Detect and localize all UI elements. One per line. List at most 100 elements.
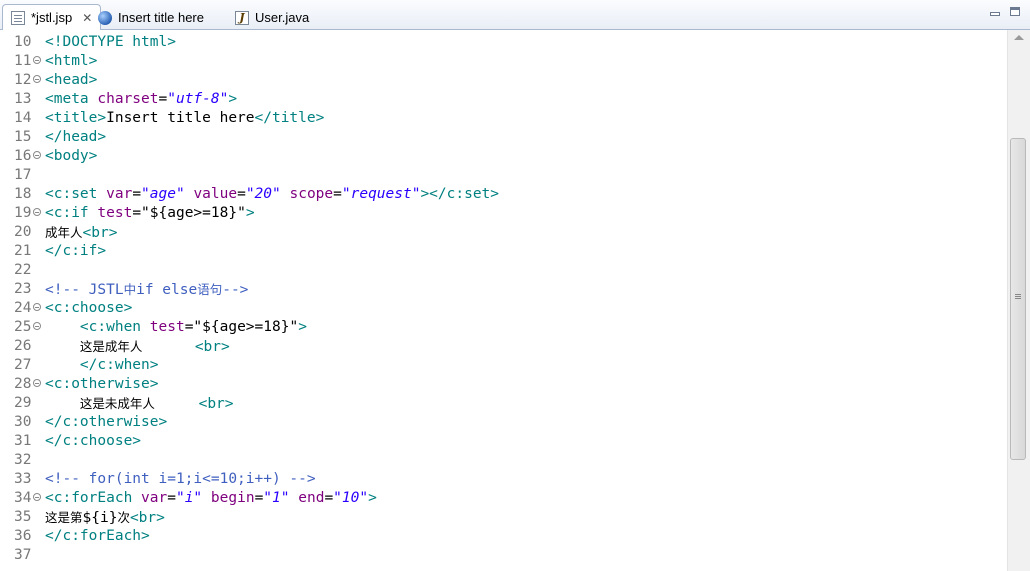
token: charset bbox=[97, 91, 159, 107]
token: value bbox=[193, 186, 238, 202]
code-line[interactable]: 31 </c:choose> bbox=[0, 432, 1007, 451]
code-line[interactable]: 36 </c:forEach> bbox=[0, 527, 1007, 546]
fold-collapse-icon[interactable] bbox=[33, 379, 41, 387]
minimize-button[interactable] bbox=[990, 12, 1000, 16]
token: "10" bbox=[333, 490, 369, 506]
code-line[interactable]: 11 <html> bbox=[0, 52, 1007, 71]
code-line[interactable]: 32 bbox=[0, 451, 1007, 470]
line-number: 20 bbox=[14, 224, 32, 240]
code-text: <head> bbox=[45, 71, 97, 90]
token: test bbox=[149, 319, 185, 335]
code-line[interactable]: 35 这是第${i}次<br> bbox=[0, 508, 1007, 527]
maximize-button[interactable] bbox=[1010, 7, 1020, 16]
code-editor[interactable]: 10 <!DOCTYPE html> 11 <html> 12 <head> 13 <meta… bbox=[0, 30, 1007, 571]
tab-jstl-jsp[interactable]: *jstl.jsp ✕ bbox=[2, 4, 102, 30]
code-text: </c:forEach> bbox=[45, 527, 150, 546]
token: "20" bbox=[245, 186, 281, 202]
fold-collapse-icon[interactable] bbox=[33, 493, 41, 501]
code-text: <c:otherwise> bbox=[45, 375, 159, 394]
code-line[interactable]: 28 <c:otherwise> bbox=[0, 375, 1007, 394]
token: <body> bbox=[45, 148, 98, 164]
fold-collapse-icon[interactable] bbox=[33, 75, 41, 83]
code-line[interactable]: 30 </c:otherwise> bbox=[0, 413, 1007, 432]
line-number: 36 bbox=[14, 528, 32, 544]
line-number: 14 bbox=[14, 110, 32, 126]
token: </c:if> bbox=[45, 243, 107, 259]
line-number: 27 bbox=[14, 357, 32, 373]
token: ="${age>=18}" bbox=[184, 319, 299, 335]
token: "utf-8" bbox=[167, 91, 229, 107]
code-line[interactable]: 29 这是未成年人 <br> bbox=[0, 394, 1007, 413]
fold-collapse-icon[interactable] bbox=[33, 56, 41, 64]
fold-collapse-icon[interactable] bbox=[33, 208, 41, 216]
code-text: </c:choose> bbox=[45, 432, 141, 451]
code-line[interactable]: 12 <head> bbox=[0, 71, 1007, 90]
token: <!-- for(int i=1;i<=10;i++) --> bbox=[45, 471, 316, 487]
token: <br> bbox=[82, 225, 118, 241]
scroll-up-icon[interactable] bbox=[1014, 35, 1024, 40]
code-line[interactable]: 24 <c:choose> bbox=[0, 299, 1007, 318]
code-line[interactable]: 13 <meta charset="utf-8"> bbox=[0, 90, 1007, 109]
token: </c:when> bbox=[79, 357, 159, 373]
token: 这是成年人 bbox=[79, 339, 143, 354]
code-line[interactable]: 10 <!DOCTYPE html> bbox=[0, 33, 1007, 52]
line-number: 26 bbox=[14, 338, 32, 354]
code-line[interactable]: 27 </c:when> bbox=[0, 356, 1007, 375]
token: "i" bbox=[175, 490, 203, 506]
code-line[interactable]: 20 成年人<br> bbox=[0, 223, 1007, 242]
code-line[interactable]: 22 bbox=[0, 261, 1007, 280]
fold-collapse-icon[interactable] bbox=[33, 151, 41, 159]
line-number: 37 bbox=[14, 547, 32, 563]
tab-insert-title-here[interactable]: Insert title here bbox=[90, 5, 212, 30]
token: <title> bbox=[45, 110, 107, 126]
token: var bbox=[106, 186, 133, 202]
window-controls bbox=[990, 7, 1020, 16]
token: 这是第 bbox=[45, 510, 83, 525]
code-line[interactable]: 34 <c:forEach var="i" begin="1" end="10"> bbox=[0, 489, 1007, 508]
line-number: 18 bbox=[14, 186, 32, 202]
code-text: <c:if test="${age>=18}"> bbox=[45, 204, 255, 223]
code-line[interactable]: 23 <!-- JSTL中if else语句--> bbox=[0, 280, 1007, 299]
code-text: <!DOCTYPE html> bbox=[45, 33, 176, 52]
line-number: 22 bbox=[14, 262, 32, 278]
code-text: <body> bbox=[45, 147, 97, 166]
token: </head> bbox=[45, 129, 107, 145]
token: <c:if bbox=[45, 205, 98, 221]
fold-collapse-icon[interactable] bbox=[33, 322, 41, 330]
token: = bbox=[237, 186, 246, 202]
code-line[interactable]: 17 bbox=[0, 166, 1007, 185]
token: 成年人 bbox=[45, 225, 83, 240]
token: </c:otherwise> bbox=[45, 414, 168, 430]
token: = bbox=[167, 490, 176, 506]
token: <br> bbox=[194, 339, 230, 355]
token: "request" bbox=[341, 186, 421, 202]
line-number: 15 bbox=[14, 129, 32, 145]
code-line[interactable]: 33 <!-- for(int i=1;i<=10;i++) --> bbox=[0, 470, 1007, 489]
line-number: 31 bbox=[14, 433, 32, 449]
code-text: <c:when test="${age>=18}"> bbox=[45, 318, 307, 337]
token: 中 bbox=[123, 282, 137, 297]
code-line[interactable]: 21 </c:if> bbox=[0, 242, 1007, 261]
code-line[interactable]: 18 <c:set var="age" value="20" scope="req… bbox=[0, 185, 1007, 204]
line-number: 32 bbox=[14, 452, 32, 468]
code-text: </head> bbox=[45, 128, 106, 147]
token: 次 bbox=[117, 510, 130, 525]
tab-user-java[interactable]: J User.java bbox=[227, 5, 317, 30]
scrollbar-thumb[interactable] bbox=[1010, 138, 1026, 460]
code-line[interactable]: 14 <title>Insert title here</title> bbox=[0, 109, 1007, 128]
code-line[interactable]: 16 <body> bbox=[0, 147, 1007, 166]
token: ="${age>=18}" bbox=[132, 205, 246, 221]
code-line[interactable]: 37 bbox=[0, 546, 1007, 565]
line-number: 17 bbox=[14, 167, 32, 183]
code-text: 这是未成年人 <br> bbox=[45, 394, 234, 414]
code-line[interactable]: 15 </head> bbox=[0, 128, 1007, 147]
code-line[interactable]: 19 <c:if test="${age>=18}"> bbox=[0, 204, 1007, 223]
token: </title> bbox=[254, 110, 325, 126]
code-text: <c:choose> bbox=[45, 299, 132, 318]
code-text: </c:otherwise> bbox=[45, 413, 167, 432]
code-line[interactable]: 26 这是成年人 <br> bbox=[0, 337, 1007, 356]
fold-collapse-icon[interactable] bbox=[33, 303, 41, 311]
code-line[interactable]: 25 <c:when test="${age>=18}"> bbox=[0, 318, 1007, 337]
vertical-scrollbar[interactable] bbox=[1007, 30, 1030, 571]
